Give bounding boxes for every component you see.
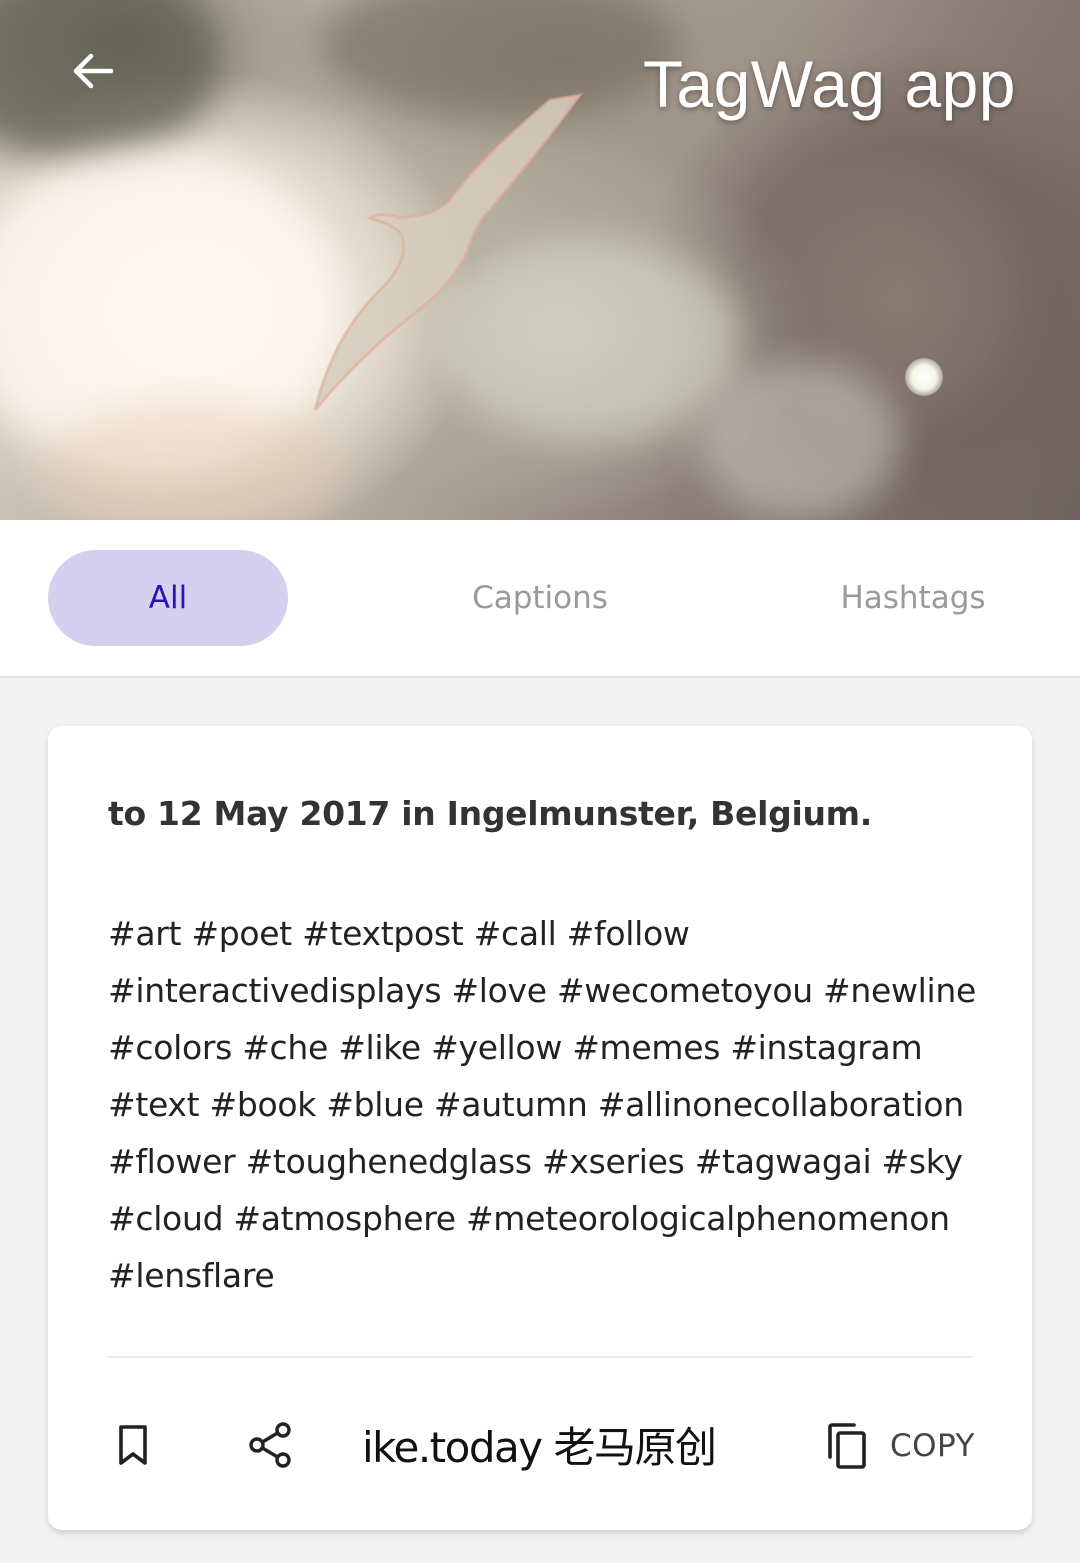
tab-captions[interactable]: Captions xyxy=(420,550,660,646)
app-title: TagWag app xyxy=(642,47,1016,121)
tab-all[interactable]: All xyxy=(48,550,288,646)
watermark-text: ike.today 老马原创 xyxy=(362,1423,717,1472)
result-card: to 12 May 2017 in Ingelmunster, Belgium.… xyxy=(48,726,1032,1530)
copy-icon xyxy=(828,1423,866,1469)
cloud-shape xyxy=(700,360,900,520)
seagull-silhouette xyxy=(313,92,584,411)
hero-image: TagWag app xyxy=(0,0,1080,520)
caption-text: to 12 May 2017 in Ingelmunster, Belgium. xyxy=(108,794,872,833)
share-button[interactable] xyxy=(244,1418,298,1472)
filter-tabs: All Captions Hashtags xyxy=(0,520,1080,678)
share-icon xyxy=(249,1422,291,1468)
bookmark-button[interactable] xyxy=(106,1418,160,1472)
tab-hashtags[interactable]: Hashtags xyxy=(793,550,1033,646)
back-button[interactable] xyxy=(62,40,124,102)
lens-flare xyxy=(905,358,943,396)
copy-button[interactable]: COPY xyxy=(824,1416,975,1476)
arrow-left-icon xyxy=(73,53,114,89)
card-actions: ike.today 老马原创 COPY xyxy=(48,1396,1032,1496)
divider xyxy=(108,1356,972,1358)
copy-label: COPY xyxy=(890,1428,975,1464)
hashtag-text: #art #poet #textpost #call #follow #inte… xyxy=(108,914,977,1295)
bookmark-icon xyxy=(119,1425,147,1465)
